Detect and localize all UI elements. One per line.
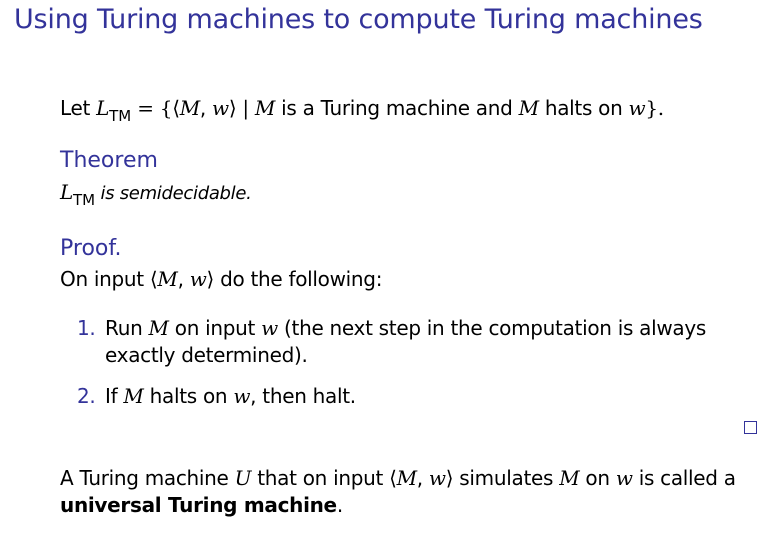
equals-part: = {⟨ <box>131 96 180 120</box>
intro-suffix: do the following: <box>214 267 383 291</box>
proof-step-continuation: exactly determined). <box>105 343 308 367</box>
set-subscript: TM <box>109 107 132 125</box>
step-text: Run <box>105 316 149 340</box>
var-w: w <box>233 384 251 408</box>
theorem-heading: Theorem <box>60 148 158 173</box>
comma: , <box>199 96 213 120</box>
var-m: M <box>254 96 276 120</box>
slide-title: Using Turing machines to compute Turing … <box>14 4 703 35</box>
conclusion-text: on <box>579 466 616 490</box>
var-m: M <box>179 96 200 120</box>
close-brace: }. <box>645 96 664 120</box>
conclusion-text: is called a <box>632 466 736 490</box>
halts-on-text: halts on <box>538 96 629 120</box>
var-w: w <box>628 96 646 120</box>
is-a-text: is a Turing machine and <box>275 96 519 120</box>
intro-prefix: On input <box>60 267 150 291</box>
var-w: w <box>615 466 633 490</box>
proof-step: 2. If M halts on w, then halt. <box>77 384 356 408</box>
var-w: w <box>212 96 229 120</box>
var-m: M <box>123 384 144 408</box>
bar-part: ⟩ | <box>228 96 255 120</box>
universal-tm-term: universal Turing machine <box>60 493 337 517</box>
step-text: If <box>105 384 124 408</box>
proof-step: 1. Run M on input w (the next step in the… <box>77 316 706 340</box>
var-m: M <box>148 316 169 340</box>
var-m: M <box>518 96 539 120</box>
proof-heading: Proof. <box>60 236 122 261</box>
conclusion-end: . <box>336 493 343 517</box>
definition-line: Let LTM = {⟨M, w⟩ | M is a Turing machin… <box>60 96 664 125</box>
conclusion-text: A Turing machine <box>60 466 235 490</box>
var-m: M <box>559 466 580 490</box>
conclusion-text: that on input <box>251 466 390 490</box>
angle-close: ⟩ <box>206 267 215 291</box>
step-number: 1. <box>77 316 96 340</box>
step-text: on input <box>168 316 262 340</box>
step-text: (the next step in the computation is alw… <box>277 316 707 340</box>
theorem-statement: LTM is semidecidable. <box>60 180 252 209</box>
set-name: L <box>96 96 110 120</box>
qed-symbol <box>744 421 757 434</box>
conclusion-text: simulates <box>453 466 560 490</box>
set-name: L <box>60 180 73 204</box>
step-number: 2. <box>77 384 96 408</box>
var-u: U <box>234 466 252 490</box>
comma: , <box>177 267 190 291</box>
comma: , <box>416 466 429 490</box>
definition-prefix: Let <box>60 96 97 120</box>
var-m: M <box>157 267 178 291</box>
var-w: w <box>261 316 278 340</box>
conclusion-line-2: universal Turing machine. <box>60 493 343 517</box>
var-w: w <box>189 267 207 291</box>
conclusion-line-1: A Turing machine U that on input ⟨M, w⟩ … <box>60 466 736 490</box>
var-w: w <box>428 466 446 490</box>
theorem-text: is semidecidable. <box>95 183 252 204</box>
proof-intro: On input ⟨M, w⟩ do the following: <box>60 267 382 291</box>
var-m: M <box>396 466 417 490</box>
step-text: halts on <box>143 384 234 408</box>
angle-open: ⟨ <box>389 466 397 490</box>
step-text: , then halt. <box>250 384 356 408</box>
set-subscript: TM <box>72 191 96 209</box>
